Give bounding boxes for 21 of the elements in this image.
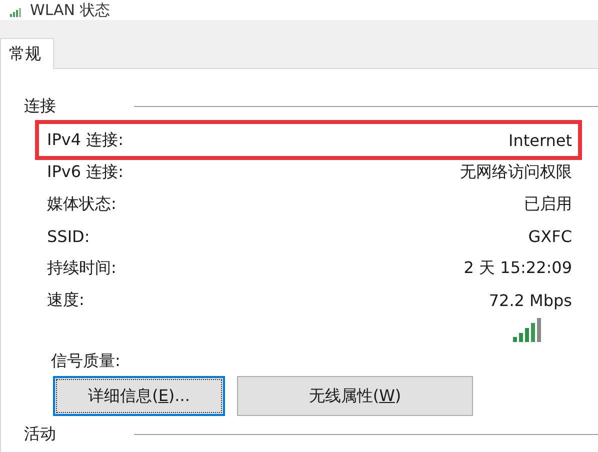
field-label: 信号质量: <box>51 351 120 372</box>
signal-icon <box>10 7 24 17</box>
field-label: 媒体状态: <box>47 194 116 214</box>
field-label: IPv4 连接: <box>47 130 124 150</box>
dialog-button[interactable]: 无线属性(W) <box>237 376 473 416</box>
field-value: 2 天 15:22:09 <box>464 258 572 278</box>
signal-strength-icon <box>513 318 541 342</box>
field-value: 72.2 Mbps <box>488 290 572 310</box>
field-label: SSID: <box>47 226 90 246</box>
field-label: 速度: <box>47 290 84 310</box>
group-title: 连接 <box>24 96 57 116</box>
tab[interactable]: 常规 <box>0 38 54 69</box>
field-label: IPv6 连接: <box>47 162 124 182</box>
window-title: WLAN 状态 <box>30 0 110 20</box>
field-value: GXFC <box>528 226 572 246</box>
field-value: Internet <box>508 130 572 150</box>
dialog-button[interactable]: 详细信息(E)... <box>53 376 225 416</box>
field-value: 已启用 <box>524 194 572 214</box>
group-title: 活动 <box>24 424 57 444</box>
field-label: 持续时间: <box>47 258 116 278</box>
field-value: 无网络访问权限 <box>460 162 572 182</box>
